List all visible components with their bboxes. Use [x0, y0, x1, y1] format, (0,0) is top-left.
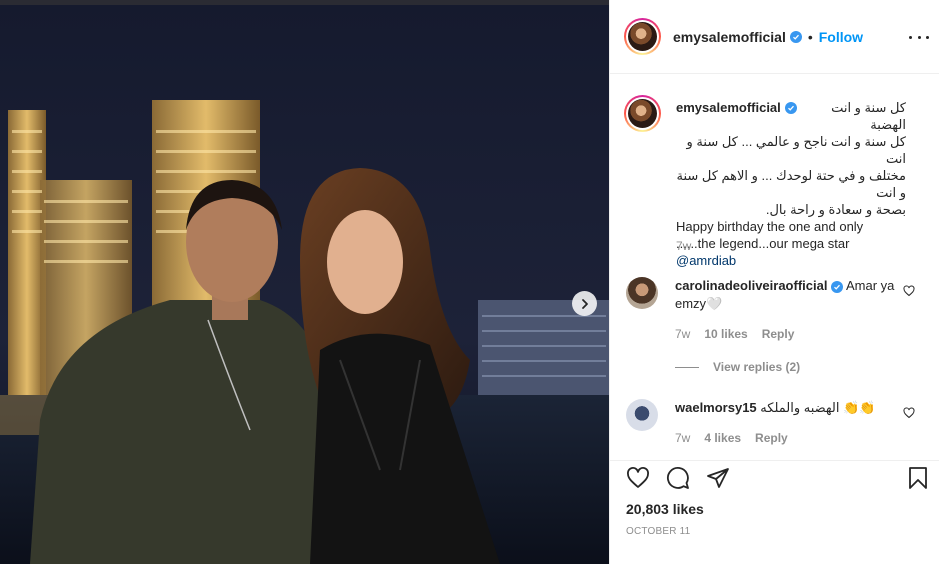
- view-replies-label: View replies (2): [713, 360, 801, 374]
- commenter-username[interactable]: waelmorsy15: [675, 400, 757, 415]
- separator-dot: •: [807, 29, 813, 45]
- post-likes-count[interactable]: 20,803 likes: [626, 501, 704, 517]
- post-date[interactable]: OCTOBER 11: [626, 526, 690, 537]
- comment-meta: 7w 4 likes Reply: [675, 431, 788, 445]
- post-header: emysalemofficial • Follow: [610, 0, 939, 74]
- commenter-avatar[interactable]: [626, 277, 658, 309]
- commenter-avatar[interactable]: [626, 399, 658, 431]
- photo-top-strip: [0, 0, 609, 5]
- comment-body: الهضبه والملكه 👏👏: [760, 400, 876, 415]
- verified-badge-icon: [789, 31, 802, 43]
- caption-mention-link[interactable]: @amrdiab: [676, 252, 906, 269]
- verified-badge-icon: [784, 102, 797, 114]
- caption-arabic-line-1: كل سنة و انت الهضبة: [831, 100, 906, 132]
- comment-text: carolinadeoliveiraofficial Amar ya emzy🤍: [675, 277, 895, 313]
- caption-arabic-line-2: كل سنة و انت ناجح و عالمي ... كل سنة و ا…: [686, 134, 906, 166]
- commenter-username[interactable]: carolinadeoliveiraofficial: [675, 278, 827, 293]
- more-options-icon[interactable]: [909, 30, 929, 44]
- comment-like-heart-icon[interactable]: [903, 285, 915, 297]
- comment-text: waelmorsy15 الهضبه والملكه 👏👏: [675, 399, 895, 417]
- author-username[interactable]: emysalemofficial: [673, 29, 786, 45]
- caption-english-line-1: Happy birthday the one and only: [676, 219, 864, 234]
- follow-button[interactable]: Follow: [819, 29, 863, 45]
- comment-meta: 7w 10 likes Reply: [675, 327, 794, 341]
- paper-plane-icon[interactable]: [706, 466, 730, 490]
- author-info: emysalemofficial • Follow: [673, 29, 863, 45]
- comments-section[interactable]: emysalemofficial كل سنة و انت الهضبة كل …: [610, 75, 939, 460]
- comment-bubble-icon[interactable]: [666, 466, 690, 490]
- caption-timestamp[interactable]: 7w: [676, 239, 691, 253]
- post-photo[interactable]: [0, 0, 609, 564]
- verified-badge-icon: [831, 281, 844, 293]
- comment-likes[interactable]: 4 likes: [704, 431, 741, 445]
- caption-arabic-line-3: مختلف و في حتة لوحدك ... و الاهم كل سنة …: [676, 168, 906, 200]
- post-side-panel: emysalemofficial • Follow emysalemoffici…: [609, 0, 939, 564]
- author-avatar[interactable]: [624, 18, 661, 55]
- photo-image: [0, 0, 609, 564]
- bookmark-icon[interactable]: [906, 466, 930, 490]
- comment-reply-button[interactable]: Reply: [762, 327, 795, 341]
- comment-like-heart-icon[interactable]: [903, 407, 915, 419]
- post-caption: emysalemofficial كل سنة و انت الهضبة كل …: [676, 99, 906, 269]
- comment-reply-button[interactable]: Reply: [755, 431, 788, 445]
- comment-timestamp[interactable]: 7w: [675, 327, 690, 341]
- next-photo-button[interactable]: [572, 291, 597, 316]
- comment-likes[interactable]: 10 likes: [704, 327, 747, 341]
- caption-arabic-line-4: بصحة و سعادة و راحة بال.: [765, 202, 906, 217]
- chevron-right-icon: [581, 298, 588, 309]
- caption-username[interactable]: emysalemofficial: [676, 99, 781, 116]
- caption-english-line-2: ......the legend...our mega star: [676, 236, 850, 251]
- view-replies-button[interactable]: View replies (2): [675, 360, 800, 374]
- heart-icon[interactable]: [626, 466, 650, 490]
- replies-divider-line: [675, 366, 699, 368]
- comment-timestamp[interactable]: 7w: [675, 431, 690, 445]
- caption-author-avatar[interactable]: [624, 95, 661, 132]
- post-actions: 20,803 likes OCTOBER 11: [610, 460, 939, 564]
